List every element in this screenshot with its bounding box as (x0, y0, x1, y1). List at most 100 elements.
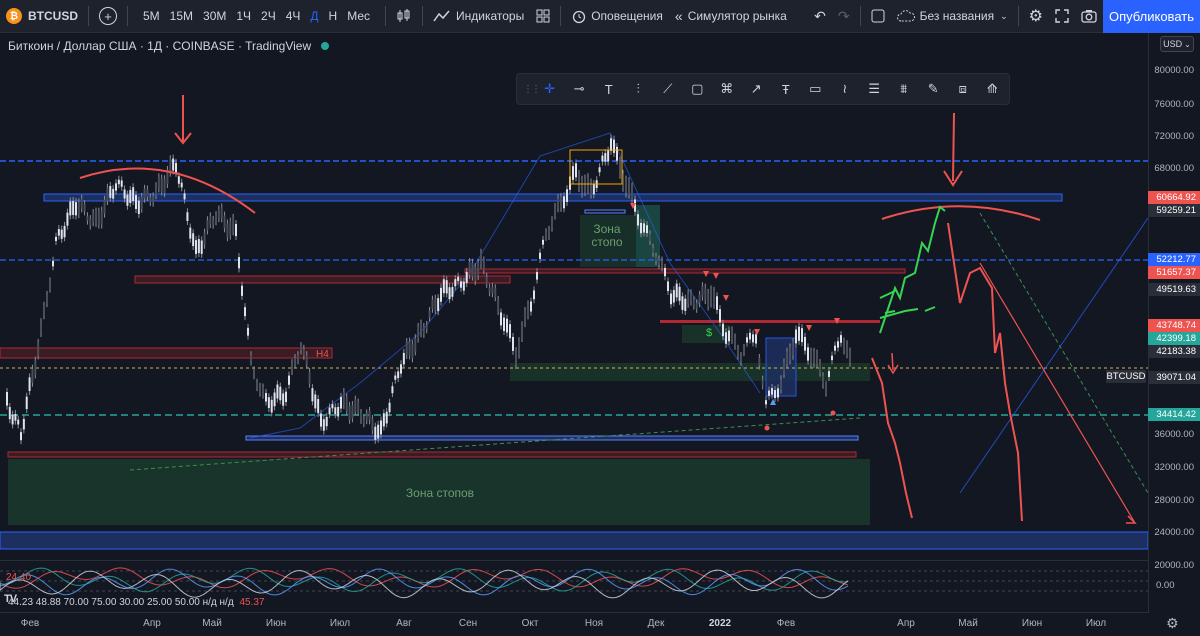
vertical-line-icon[interactable]: ⫶ (624, 75, 654, 103)
text-note-icon[interactable]: Ŧ (771, 75, 801, 103)
price-scale[interactable]: 80000.0076000.0072000.0068000.0064000.00… (1148, 33, 1200, 613)
candle-body (365, 413, 368, 421)
candle-body (445, 280, 448, 294)
path-icon[interactable]: ⌘ (712, 75, 742, 103)
chart-legend[interactable]: Биткоин / Доллар США · 1Д · COINBASE · T… (8, 39, 330, 53)
candle-body (789, 347, 791, 361)
pattern-icon[interactable]: ≀ (830, 75, 860, 103)
candle-body (345, 397, 348, 412)
candle-body (235, 223, 237, 237)
red-down-marker (723, 295, 729, 301)
candle-body (509, 324, 511, 339)
time-tick: Июн (265, 618, 287, 629)
candle-body (462, 281, 465, 291)
chevron-down-icon: ⌄ (1184, 39, 1191, 49)
red-arrow-head (1126, 515, 1137, 524)
callout-icon[interactable]: ▭ (801, 75, 831, 103)
settings-button[interactable]: ⚙ (1023, 0, 1049, 33)
divider (560, 6, 562, 26)
candle-body (297, 355, 299, 361)
compare-button[interactable]: + (93, 0, 123, 33)
time-scale[interactable]: Фев Апр Май Июн Июл Авг Сен Окт Ноя Дек 2022 Фев Апр… (0, 612, 1148, 636)
blue-support-line (245, 435, 859, 441)
timeframe-4[interactable]: 2Ч (256, 9, 281, 23)
candle-body (331, 404, 334, 409)
forecast-icon[interactable]: ⟰ (978, 75, 1008, 103)
candle-body (203, 232, 206, 245)
replay-button[interactable]: « Симулятор рынка (669, 0, 793, 33)
candle-body (722, 323, 724, 337)
measure-icon[interactable]: ⧈ (948, 75, 978, 103)
candle-body (777, 388, 779, 398)
trend-line-icon[interactable]: ⟋ (653, 75, 683, 103)
main-chart[interactable]: H4 $ Биткоин / Доллар США · 1Д · COINBAS… (0, 33, 1148, 560)
candle-body (49, 281, 51, 289)
red-forecast-line (979, 262, 1136, 524)
candle-body (175, 162, 177, 173)
arrow-icon[interactable]: ↗ (742, 75, 772, 103)
candle-body (328, 407, 331, 415)
chart-canvas[interactable]: H4 $ (0, 33, 1148, 560)
alerts-button[interactable]: Оповещения (565, 0, 669, 33)
candle-body (123, 189, 126, 199)
price-label: 42183.38 (1148, 345, 1200, 358)
symbol-search[interactable]: ₿ BTCUSD (0, 0, 84, 33)
timeframe-3[interactable]: 1Ч (231, 9, 256, 23)
time-tick: Июл (329, 618, 351, 629)
time-tick: Окт (521, 618, 539, 629)
candles-series (6, 134, 851, 445)
replay-label: Симулятор рынка (687, 9, 787, 23)
text-icon[interactable]: T (594, 75, 624, 103)
candle-body (285, 391, 287, 403)
candle-body (28, 377, 31, 391)
candle-body (325, 416, 328, 427)
fullscreen-button[interactable] (1049, 0, 1075, 33)
currency-button[interactable]: USD ⌄ (1160, 36, 1194, 52)
cloud-icon (896, 10, 915, 22)
publish-button[interactable]: Опубликовать (1103, 0, 1200, 33)
snapshot-button[interactable] (1075, 0, 1103, 33)
candle-body (442, 279, 445, 294)
undo-button[interactable]: ↶ (808, 0, 832, 33)
candle-body (566, 189, 568, 202)
candle-body (314, 394, 317, 409)
timeframe-0[interactable]: 5M (138, 9, 165, 23)
candle-body (95, 211, 97, 223)
scale-settings-gear-icon[interactable]: ⚙ (1166, 615, 1179, 632)
tradingview-logo[interactable]: TV (4, 593, 17, 605)
crosshair-icon[interactable]: ✛ (535, 75, 565, 103)
candle-body (431, 299, 434, 309)
candle-body (664, 267, 666, 277)
candle-body (681, 296, 684, 310)
fullscreen-select-button[interactable] (865, 0, 891, 33)
timeframe-1[interactable]: 15M (165, 9, 198, 23)
timeframe-2[interactable]: 30M (198, 9, 231, 23)
symbol-name: BTCUSD (28, 9, 78, 23)
candle-body (117, 179, 120, 185)
rectangle-icon[interactable]: ▢ (683, 75, 713, 103)
candle-body (11, 414, 14, 425)
templates-button[interactable] (530, 0, 556, 33)
fib-icon[interactable]: ☰ (860, 75, 890, 103)
timeframe-7[interactable]: Н (324, 9, 343, 23)
layout-name-button[interactable]: Без названия ⌄ (891, 0, 1014, 33)
redo-button[interactable]: ↷ (832, 0, 856, 33)
timeframe-6[interactable]: Д (305, 9, 323, 23)
candle-body (250, 355, 252, 362)
candle-body (6, 391, 8, 406)
horizontal-line-icon[interactable]: ⊸ (565, 75, 595, 103)
indicator-pane[interactable]: 24.40 44.23 48.88 70.00 75.00 30.00 25.0… (0, 560, 1148, 612)
candle-body (530, 301, 532, 312)
drag-handle-icon[interactable]: ⋮⋮ (523, 84, 541, 95)
chart-type-button[interactable] (390, 0, 418, 33)
candle-body (801, 328, 803, 343)
timeframe-8[interactable]: Мес (342, 9, 375, 23)
timeframe-5[interactable]: 4Ч (281, 9, 306, 23)
position-icon[interactable]: ⩩ (889, 75, 919, 103)
brush-icon[interactable]: ✎ (919, 75, 949, 103)
time-tick: Июл (1085, 618, 1107, 629)
candle-body (129, 190, 132, 203)
red-arrow-small (887, 352, 899, 375)
candle-body (180, 182, 183, 188)
indicators-button[interactable]: Индикаторы (427, 0, 530, 33)
